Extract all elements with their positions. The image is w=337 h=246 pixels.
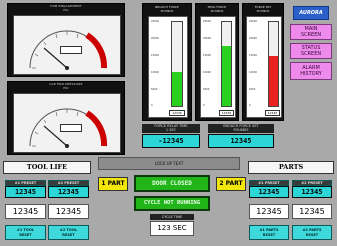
tick-label: 20000 xyxy=(249,37,257,40)
tick-label: 25000 xyxy=(203,20,211,23)
peak-force-title: PEAK FORCE POUNDS xyxy=(207,5,227,13)
cap-gauge-face xyxy=(13,93,121,153)
parts2-count: 12345 xyxy=(292,204,332,219)
tick-label: 25000 xyxy=(151,20,159,23)
broach-force-tube xyxy=(171,21,183,107)
tool-preset1-value[interactable]: 12345 xyxy=(5,186,46,198)
force-set-readout: 12345 xyxy=(265,110,280,116)
parts-preset2-value[interactable]: 12345 xyxy=(292,186,332,198)
cap-end-pressure-gauge-panel: CAP END PRESSURE PSI xyxy=(7,81,125,155)
cap-gauge-title: CAP END PRESSURE PSI xyxy=(49,82,83,90)
parts-preset1-value[interactable]: 12345 xyxy=(249,186,289,198)
tick-label: 10000 xyxy=(151,71,159,74)
door-status: DOOR CLOSED xyxy=(134,175,210,192)
force-set-scale: 25000 20000 15000 10000 5000 0 12345 xyxy=(246,16,282,118)
tool1-reset-button[interactable]: #1 TOOL RESET xyxy=(5,225,46,240)
hub-gauge-readout xyxy=(60,46,82,54)
parts2-reset-button[interactable]: #2 PARTS RESET xyxy=(292,225,332,240)
hub-gauge-dial xyxy=(29,30,108,70)
cap-gauge-readout xyxy=(60,124,82,132)
parts1-count: 12345 xyxy=(249,204,289,219)
force-set-tube xyxy=(268,21,279,107)
force-set-title: FORCE SET POUNDS xyxy=(254,5,272,13)
hub-gauge-title: HUB ENGAGEMENT PSI xyxy=(50,4,82,12)
peak-force-column: PEAK FORCE POUNDS 25000 20000 15000 1000… xyxy=(195,3,239,121)
aurora-logo: AURORA xyxy=(293,6,329,20)
force-set-fill xyxy=(269,55,278,106)
peak-force-fill xyxy=(222,45,231,106)
cap-gauge-dial xyxy=(29,108,108,148)
broach-force-column: BROACH FORCE POUNDS 25000 20000 15000 10… xyxy=(142,3,192,121)
tool2-reset-button[interactable]: #2 TOOL RESET xyxy=(48,225,89,240)
tick-label: 5000 xyxy=(203,88,210,91)
broach-force-readout: 12345 xyxy=(169,110,185,116)
tick-label: 0 xyxy=(249,104,251,107)
status-screen-button[interactable]: STATUS SCREEN xyxy=(290,43,332,59)
alarm-history-button[interactable]: ALARM HISTORY xyxy=(290,62,332,80)
force-relay-label: FORCE RELAY TIME 1 SEC xyxy=(142,124,200,133)
hub-gauge-face xyxy=(13,15,121,75)
tick-label: 5000 xyxy=(151,88,158,91)
lock-up-text: LOCK UP TEXT xyxy=(98,157,240,170)
tick-label: 25000 xyxy=(249,20,257,23)
cycle-time-label: CYCLE TIME xyxy=(150,214,194,220)
broach-force-set-value[interactable]: 12345 xyxy=(208,134,274,148)
tick-label: 0 xyxy=(151,104,153,107)
parts1-reset-button[interactable]: #1 PARTS RESET xyxy=(249,225,289,240)
force-relay-value[interactable]: -12345 xyxy=(142,134,200,148)
tick-label: 10000 xyxy=(203,71,211,74)
cycle-time-value: 123 SEC xyxy=(150,221,194,236)
part2-button[interactable]: 2 PART xyxy=(216,177,246,191)
hub-engagement-gauge-panel: HUB ENGAGEMENT PSI xyxy=(7,3,125,77)
logo-text: AURORA xyxy=(299,10,323,16)
broach-force-fill xyxy=(172,72,182,106)
tick-label: 20000 xyxy=(151,37,159,40)
tool1-count: 12345 xyxy=(5,204,46,219)
part1-button[interactable]: 1 PART xyxy=(98,177,128,191)
tick-label: 15000 xyxy=(203,54,211,57)
tick-label: 0 xyxy=(203,104,205,107)
tool-preset2-value[interactable]: 12345 xyxy=(48,186,89,198)
tick-label: 15000 xyxy=(249,54,257,57)
broach-force-title: BROACH FORCE POUNDS xyxy=(155,5,179,13)
main-screen-button[interactable]: MAIN SCREEN xyxy=(290,24,332,40)
parts-header: PARTS xyxy=(248,161,334,174)
cycle-status: CYCLE NOT RUNNING xyxy=(134,196,210,211)
tool2-count: 12345 xyxy=(48,204,89,219)
peak-force-readout: 12345 xyxy=(219,110,234,116)
tick-label: 5000 xyxy=(249,88,256,91)
peak-force-tube xyxy=(221,21,232,107)
tick-label: 20000 xyxy=(203,37,211,40)
tick-label: 15000 xyxy=(151,54,159,57)
broach-force-set-label: BROACH FORCE SET POUNDS xyxy=(208,124,274,133)
force-set-column: FORCE SET POUNDS 25000 20000 15000 10000… xyxy=(242,3,284,121)
tool-life-header: TOOL LIFE xyxy=(3,161,91,174)
tick-label: 10000 xyxy=(249,71,257,74)
broach-force-scale: 25000 20000 15000 10000 5000 0 12345 xyxy=(148,16,188,118)
peak-force-scale: 25000 20000 15000 10000 5000 0 12345 xyxy=(200,16,236,118)
